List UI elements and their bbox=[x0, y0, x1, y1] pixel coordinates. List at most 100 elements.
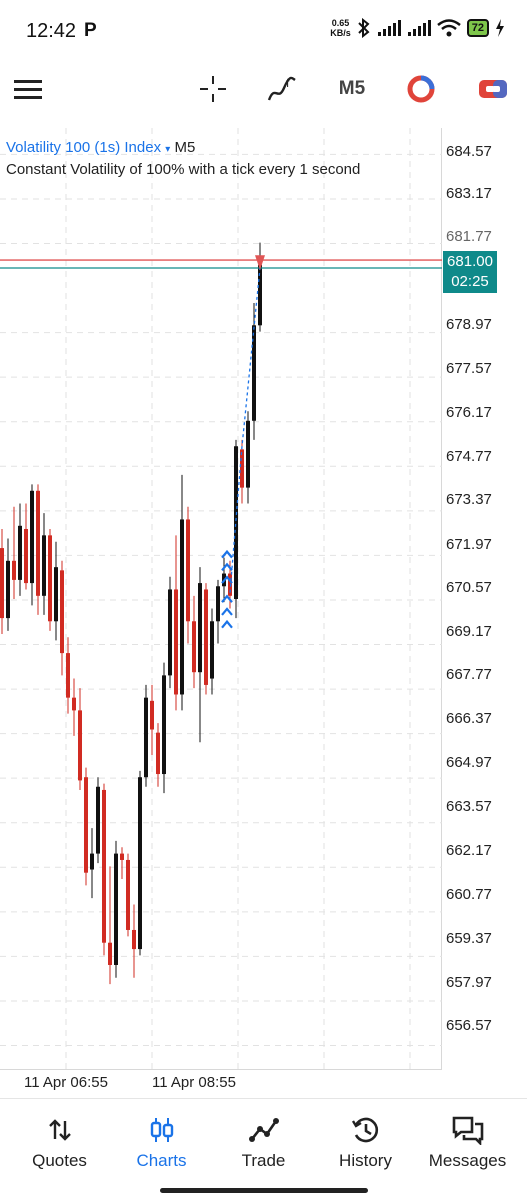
price-tick: 667.77 bbox=[446, 666, 492, 683]
symbol-caret[interactable]: ▾ bbox=[165, 144, 170, 155]
arrows-updown-icon bbox=[48, 1119, 71, 1141]
signal-icon bbox=[377, 20, 401, 36]
price-tick: 674.77 bbox=[446, 448, 492, 465]
hamburger-icon bbox=[14, 80, 42, 99]
crosshair-button[interactable] bbox=[196, 70, 230, 108]
candle-body bbox=[6, 560, 10, 619]
status-bar: 12:42 P 0.65 KB/s 72 bbox=[0, 0, 527, 60]
bluetooth-icon bbox=[358, 18, 370, 38]
price-tick: 669.17 bbox=[446, 623, 492, 640]
candle-body bbox=[102, 789, 106, 943]
price-tick: 666.37 bbox=[446, 710, 492, 727]
symbol-name[interactable]: Volatility 100 (1s) Index bbox=[6, 139, 161, 156]
candle-body bbox=[246, 420, 250, 488]
price-tick: 660.77 bbox=[446, 886, 492, 903]
time-label: 11 Apr 06:55 bbox=[24, 1074, 108, 1091]
menu-button[interactable] bbox=[12, 70, 44, 108]
candle-body bbox=[54, 567, 58, 622]
candle-body bbox=[150, 700, 154, 730]
candle-body bbox=[12, 560, 16, 580]
candle-body bbox=[96, 786, 100, 854]
candle-body bbox=[72, 697, 76, 711]
price-tick: 678.97 bbox=[446, 316, 492, 333]
one-click-trading-icon bbox=[407, 75, 435, 103]
net-speed-unit: KB/s bbox=[330, 28, 351, 38]
chart-area[interactable] bbox=[0, 128, 442, 1070]
buy-arrow-icon bbox=[221, 549, 233, 559]
trade-panel-icon bbox=[479, 80, 507, 98]
nav-label: History bbox=[339, 1151, 392, 1170]
nav-label: Charts bbox=[136, 1151, 187, 1170]
current-price: 681.00 bbox=[447, 253, 493, 270]
signal-icon-2 bbox=[407, 20, 431, 36]
nav-label: Quotes bbox=[32, 1151, 87, 1170]
candle-body bbox=[192, 621, 196, 673]
price-tick: 677.57 bbox=[446, 360, 492, 377]
chart-timeframe: M5 bbox=[174, 139, 196, 156]
one-click-trading-button[interactable] bbox=[404, 70, 438, 108]
timeframe-button[interactable]: M5 bbox=[332, 70, 372, 108]
candle-body bbox=[42, 535, 46, 596]
trade-history-line bbox=[229, 267, 261, 593]
price-tick: 662.17 bbox=[446, 842, 492, 859]
carrier-icon: P bbox=[84, 20, 97, 41]
current-price-box: 681.00 02:25 bbox=[443, 251, 497, 293]
candle-body bbox=[132, 929, 136, 950]
candle-body bbox=[120, 853, 124, 860]
crosshair-icon bbox=[200, 76, 226, 102]
candle-body bbox=[78, 710, 82, 781]
price-tick: 663.57 bbox=[446, 798, 492, 815]
candle-body bbox=[234, 446, 238, 599]
price-tick: 659.37 bbox=[446, 930, 492, 947]
battery-icon: 72 bbox=[466, 19, 489, 37]
candle-body bbox=[168, 589, 172, 676]
candlestick-chart[interactable] bbox=[0, 128, 442, 1070]
price-tick: 681.77 bbox=[446, 228, 492, 245]
nav-label: Trade bbox=[241, 1151, 286, 1170]
candle-body bbox=[126, 859, 130, 930]
chart-symbol[interactable]: Volatility 100 (1s) Index ▾ M5 bbox=[6, 139, 195, 156]
candle-body bbox=[174, 589, 178, 695]
price-tick: 684.57 bbox=[446, 143, 492, 160]
candle-body bbox=[186, 519, 190, 622]
candle-body bbox=[138, 777, 142, 950]
bottom-navigation: Quotes Charts Trade History Messages bbox=[0, 1098, 527, 1200]
candle-body bbox=[198, 583, 202, 673]
nav-quotes[interactable]: Quotes bbox=[7, 1113, 112, 1171]
price-tick: 683.17 bbox=[446, 185, 492, 202]
nav-messages[interactable]: Messages bbox=[415, 1113, 520, 1171]
candle-body bbox=[216, 586, 220, 622]
nav-history[interactable]: History bbox=[313, 1113, 418, 1171]
chart-description: Constant Volatility of 100% with a tick … bbox=[6, 161, 361, 178]
trade-button[interactable] bbox=[476, 70, 510, 108]
candle-body bbox=[48, 535, 52, 622]
candle-body bbox=[84, 777, 88, 873]
price-tick: 671.97 bbox=[446, 536, 492, 553]
candle-body bbox=[240, 449, 244, 488]
net-speed-value: 0.65 bbox=[331, 18, 350, 28]
wifi-icon bbox=[436, 19, 461, 37]
candle-body bbox=[114, 853, 118, 965]
nav-trade[interactable]: Trade bbox=[211, 1113, 316, 1171]
net-speed: 0.65 KB/s bbox=[330, 18, 351, 38]
candles-icon bbox=[150, 1118, 173, 1142]
status-icons: 0.65 KB/s 72 bbox=[330, 18, 505, 38]
price-tick: 664.97 bbox=[446, 754, 492, 771]
nav-label: Messages bbox=[428, 1151, 507, 1170]
history-clock-icon bbox=[351, 1117, 378, 1143]
time-label: 11 Apr 08:55 bbox=[152, 1074, 236, 1091]
price-tick: 673.37 bbox=[446, 491, 492, 508]
candle-body bbox=[162, 675, 166, 775]
candle-body bbox=[90, 853, 94, 870]
indicators-button[interactable]: f bbox=[264, 70, 300, 108]
candle-body bbox=[18, 525, 22, 580]
candle-body bbox=[36, 490, 40, 596]
nav-charts[interactable]: Charts bbox=[109, 1113, 214, 1171]
candle-body bbox=[204, 589, 208, 685]
buy-arrow-icon bbox=[221, 619, 233, 629]
candle-body bbox=[66, 653, 70, 698]
chart-toolbar: f M5 bbox=[0, 60, 527, 120]
candle-body bbox=[24, 528, 28, 584]
trade-line-icon bbox=[248, 1118, 279, 1142]
candle-body bbox=[180, 519, 184, 695]
